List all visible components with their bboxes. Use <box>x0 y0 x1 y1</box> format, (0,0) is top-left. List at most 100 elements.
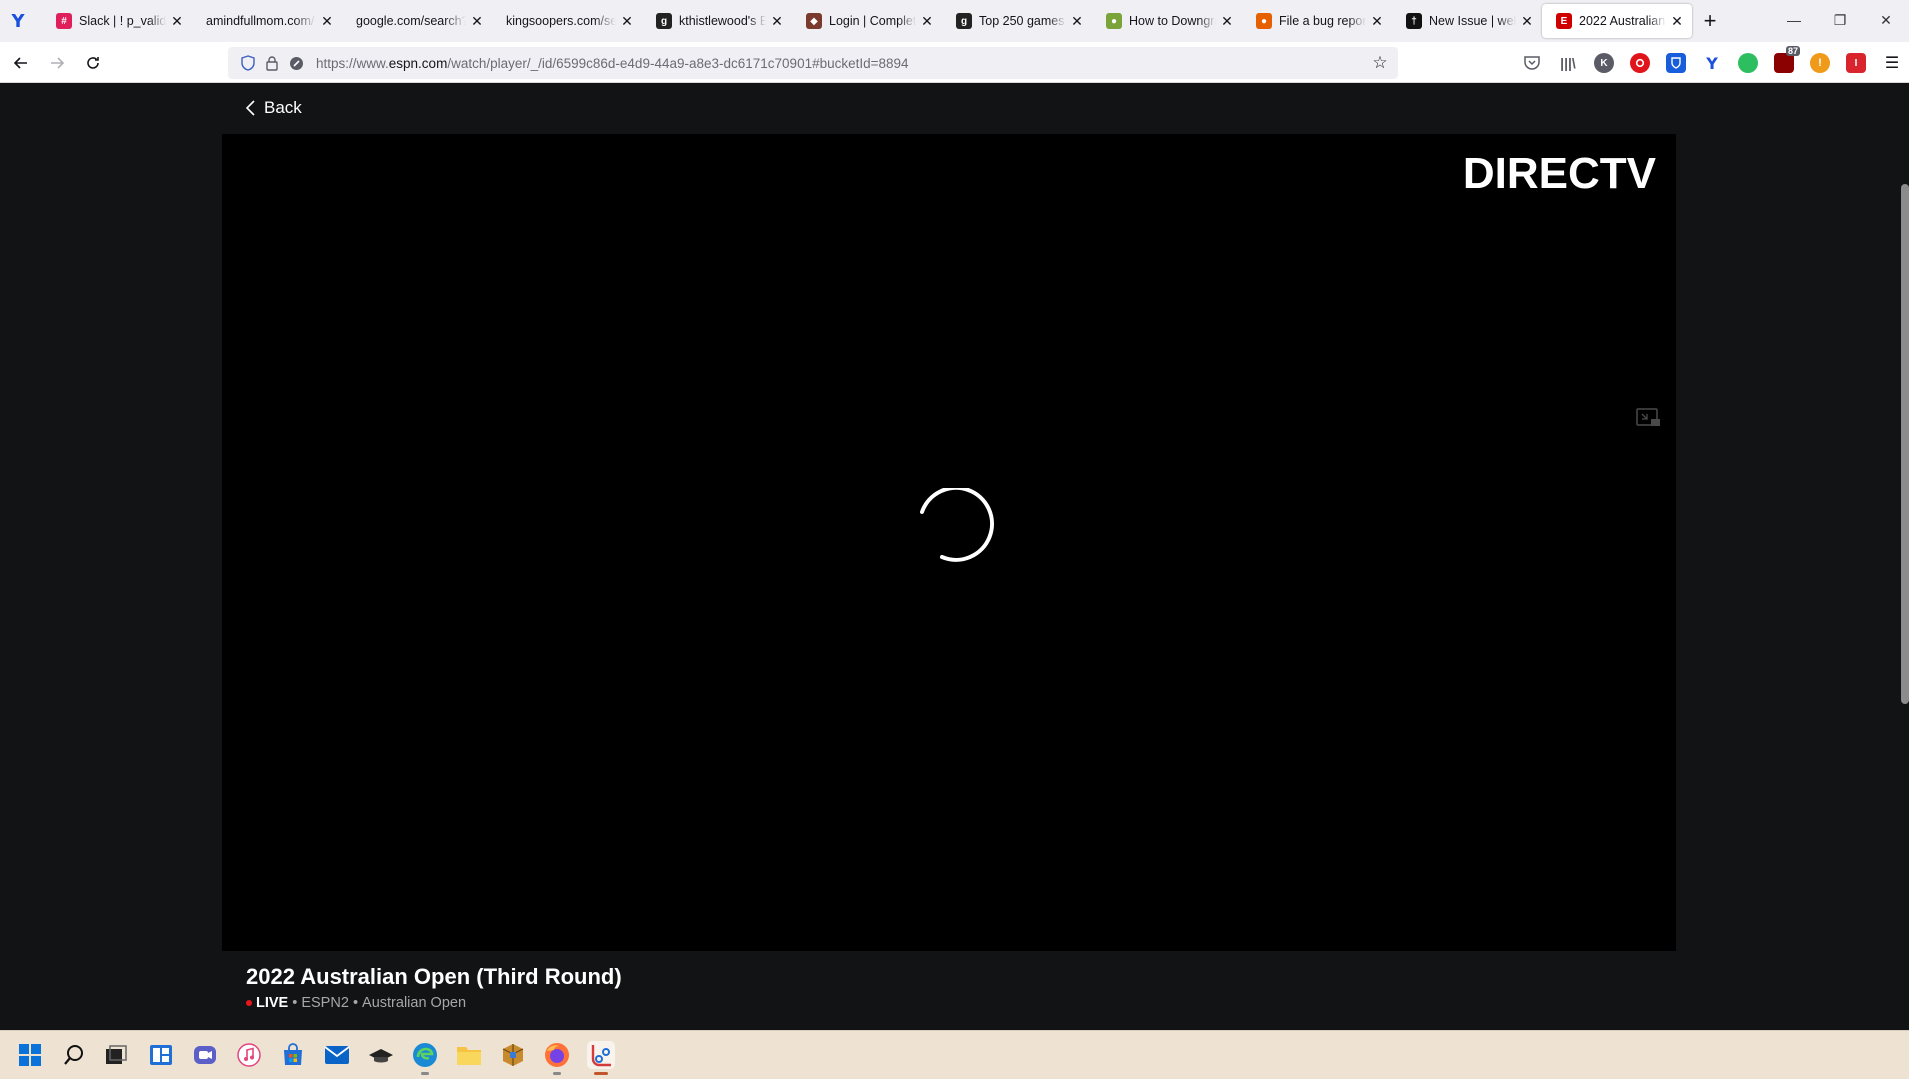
restore-icon[interactable]: ❐ <box>1817 0 1863 40</box>
task-view-icon[interactable] <box>102 1041 130 1069</box>
back-label: Back <box>264 98 302 117</box>
snipping-tool-icon[interactable] <box>587 1041 615 1075</box>
teams-chat-icon[interactable] <box>191 1041 219 1069</box>
close-window-icon[interactable]: ✕ <box>1863 0 1909 40</box>
tab-1[interactable]: # Slack | ! p_validat ✕ <box>42 4 192 38</box>
gamepad-icon: ◆ <box>806 13 822 29</box>
i-extension-icon[interactable]: I <box>1846 53 1866 73</box>
windows-taskbar <box>0 1030 1909 1079</box>
separator: • <box>292 995 298 1011</box>
new-tab-plus-icon[interactable]: + <box>1692 4 1728 38</box>
running-indicator <box>553 1072 561 1075</box>
close-tab-icon[interactable]: ✕ <box>920 14 934 28</box>
tab-title: Login | Completi <box>829 14 916 28</box>
address-bar[interactable]: https://www.espn.com/watch/player/_/id/6… <box>228 47 1398 79</box>
bug-icon: † <box>1406 13 1422 29</box>
active-indicator <box>594 1072 608 1075</box>
tab-title: Top 250 games o <box>979 14 1066 28</box>
hat-app-icon[interactable] <box>367 1041 395 1069</box>
tab-3[interactable]: google.com/search?c ✕ <box>342 4 492 38</box>
close-tab-icon[interactable]: ✕ <box>770 14 784 28</box>
lock-icon[interactable] <box>262 53 282 73</box>
directv-logo: DIRECTV <box>1463 149 1657 196</box>
separator: • <box>352 995 359 1011</box>
widgets-icon[interactable] <box>147 1041 175 1069</box>
close-tab-icon[interactable]: ✕ <box>1520 14 1534 28</box>
bookmark-star-icon[interactable]: ☆ <box>1370 53 1390 73</box>
tab-bar: Y #Slack | ! p_validat✕amindfullmom.com/… <box>0 0 1909 42</box>
tab-title: New Issue | webc <box>1429 14 1516 28</box>
pocket-icon[interactable] <box>1522 53 1542 73</box>
y-extension-icon[interactable]: Y <box>1702 53 1722 73</box>
tab-title: kthistlewood's Ba <box>679 14 766 28</box>
close-tab-icon[interactable]: ✕ <box>170 14 184 28</box>
live-label: LIVE <box>256 995 289 1011</box>
live-dot-icon <box>246 1000 252 1006</box>
permissions-icon[interactable] <box>286 53 306 73</box>
back-button[interactable]: Back <box>244 96 302 120</box>
k-extension-icon[interactable]: K <box>1594 53 1614 73</box>
tab-11[interactable]: E 2022 Australian O ✕ <box>1542 4 1692 38</box>
close-tab-icon[interactable]: ✕ <box>320 14 334 28</box>
firefox-icon: ● <box>1256 13 1272 29</box>
forward-arrow-icon[interactable] <box>44 50 70 76</box>
windows-start-icon[interactable] <box>16 1041 44 1069</box>
close-tab-icon[interactable]: ✕ <box>1370 14 1384 28</box>
reload-icon[interactable] <box>80 50 106 76</box>
url-text: https://www.espn.com/watch/player/_/id/6… <box>316 55 909 71</box>
file-explorer-icon[interactable] <box>455 1041 483 1069</box>
tab-strip: #Slack | ! p_validat✕amindfullmom.com/✕g… <box>42 4 1728 38</box>
slack-icon: # <box>56 13 72 29</box>
evernote-icon[interactable] <box>1738 53 1758 73</box>
package-app-icon[interactable] <box>499 1041 527 1069</box>
alert-extension-icon[interactable]: ! <box>1810 53 1830 73</box>
picture-in-picture-icon[interactable] <box>1636 406 1662 430</box>
running-indicator <box>421 1072 429 1075</box>
firefox-view-icon[interactable]: Y <box>8 12 28 32</box>
close-tab-icon[interactable]: ✕ <box>620 14 634 28</box>
microsoft-store-icon[interactable] <box>279 1041 307 1069</box>
close-tab-icon[interactable]: ✕ <box>1220 14 1234 28</box>
bitwarden-icon[interactable] <box>1666 53 1686 73</box>
tab-title: amindfullmom.com/ <box>206 14 315 28</box>
shield-icon[interactable] <box>238 53 258 73</box>
menu-hamburger-icon[interactable]: ☰ <box>1882 53 1902 73</box>
search-icon[interactable] <box>60 1041 88 1069</box>
tab-2[interactable]: amindfullmom.com/ ✕ <box>192 4 342 38</box>
close-tab-icon[interactable]: ✕ <box>1070 14 1084 28</box>
itunes-icon[interactable] <box>235 1041 263 1069</box>
tab-6[interactable]: ◆ Login | Completi ✕ <box>792 4 942 38</box>
network-label: ESPN2 <box>301 995 349 1011</box>
tab-title: 2022 Australian O <box>1579 14 1666 28</box>
espn-watch-page: Back DIRECTV 2022 Australian Open (Third… <box>0 84 1909 1030</box>
goodreads-icon: g <box>656 13 672 29</box>
globe-icon: ● <box>1106 13 1122 29</box>
tab-8[interactable]: ● How to Downgra ✕ <box>1092 4 1242 38</box>
firefox-icon[interactable] <box>543 1041 571 1075</box>
video-player[interactable]: DIRECTV <box>222 134 1676 951</box>
extension-badge: 87 <box>1785 46 1800 56</box>
tab-5[interactable]: g kthistlewood's Ba ✕ <box>642 4 792 38</box>
tab-title: Slack | ! p_validat <box>79 14 166 28</box>
ublock-icon[interactable]: 87 <box>1774 46 1800 73</box>
navigation-toolbar: https://www.espn.com/watch/player/_/id/6… <box>0 42 1909 83</box>
edge-icon[interactable] <box>411 1041 439 1075</box>
window-controls: — ❐ ✕ <box>1771 0 1909 40</box>
tab-9[interactable]: ● File a bug report ✕ <box>1242 4 1392 38</box>
back-arrow-icon[interactable] <box>8 50 34 76</box>
library-icon[interactable]: |||\ <box>1558 53 1578 73</box>
chevron-left-icon <box>245 100 255 116</box>
tab-title: kingsoopers.com/sea <box>506 14 616 28</box>
adblock-icon[interactable] <box>1630 53 1650 73</box>
tab-7[interactable]: g Top 250 games o ✕ <box>942 4 1092 38</box>
mail-icon[interactable] <box>323 1041 351 1069</box>
event-subtitle: LIVE • ESPN2 • Australian Open <box>246 995 622 1011</box>
page-scrollbar[interactable] <box>1901 184 1909 704</box>
tab-4[interactable]: kingsoopers.com/sea ✕ <box>492 4 642 38</box>
minimize-icon[interactable]: — <box>1771 0 1817 40</box>
tab-title: File a bug report <box>1279 14 1366 28</box>
close-tab-icon[interactable]: ✕ <box>470 14 484 28</box>
close-tab-icon[interactable]: ✕ <box>1670 14 1684 28</box>
event-title: 2022 Australian Open (Third Round) <box>246 964 622 989</box>
tab-10[interactable]: † New Issue | webc ✕ <box>1392 4 1542 38</box>
